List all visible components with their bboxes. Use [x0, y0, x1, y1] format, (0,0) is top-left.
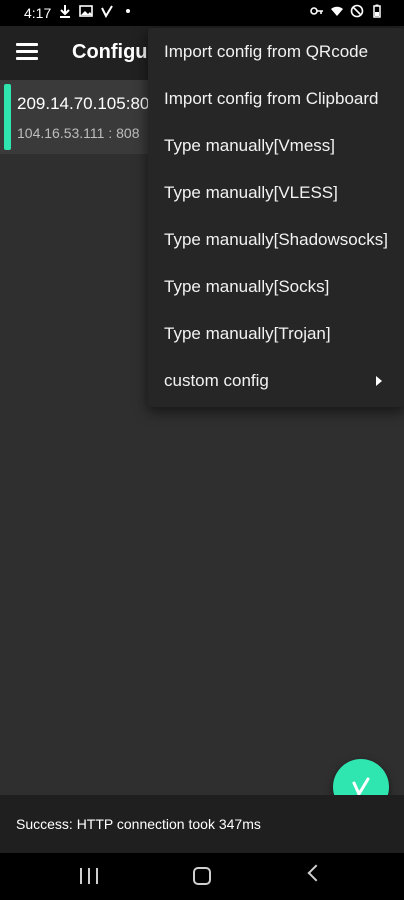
system-nav-bar: [0, 853, 404, 900]
recents-icon[interactable]: [80, 868, 98, 884]
add-config-menu: Import config from QRcode Import config …: [148, 28, 404, 407]
dot-icon: [126, 9, 130, 13]
menu-item-vless[interactable]: Type manually[VLESS]: [164, 169, 338, 216]
page-title: Configur: [72, 41, 156, 63]
server-address: 104.16.53.111 : 808: [17, 125, 140, 141]
status-bar: 4:17: [0, 0, 404, 26]
battery-icon: [373, 4, 381, 18]
v2ray-icon: [101, 5, 113, 18]
status-left-icons: [58, 4, 135, 18]
key-icon: [310, 7, 323, 15]
menu-item-vmess[interactable]: Type manually[Vmess]: [164, 122, 335, 169]
back-icon[interactable]: [307, 864, 325, 882]
selected-indicator: [4, 84, 11, 150]
connection-status-bar[interactable]: Success: HTTP connection took 347ms: [0, 795, 404, 853]
menu-item-shadowsocks[interactable]: Type manually[Shadowsocks]: [164, 216, 388, 263]
dnd-icon: [350, 4, 364, 18]
menu-item-import-qrcode[interactable]: Import config from QRcode: [164, 28, 368, 75]
menu-item-socks[interactable]: Type manually[Socks]: [164, 263, 329, 310]
menu-icon[interactable]: [16, 43, 38, 61]
status-time: 4:17: [24, 5, 52, 21]
download-icon: [60, 5, 70, 18]
server-host: 209.14.70.105:80: [17, 94, 150, 113]
submenu-arrow-icon: [376, 376, 382, 386]
wifi-icon: [331, 6, 343, 16]
menu-item-trojan[interactable]: Type manually[Trojan]: [164, 310, 331, 357]
menu-item-import-clipboard[interactable]: Import config from Clipboard: [164, 75, 378, 122]
connection-status-text: Success: HTTP connection took 347ms: [16, 816, 261, 832]
home-icon[interactable]: [193, 867, 211, 885]
custom-config-row: [148, 357, 404, 404]
image-icon: [79, 5, 93, 17]
status-right-icons: [310, 4, 384, 18]
